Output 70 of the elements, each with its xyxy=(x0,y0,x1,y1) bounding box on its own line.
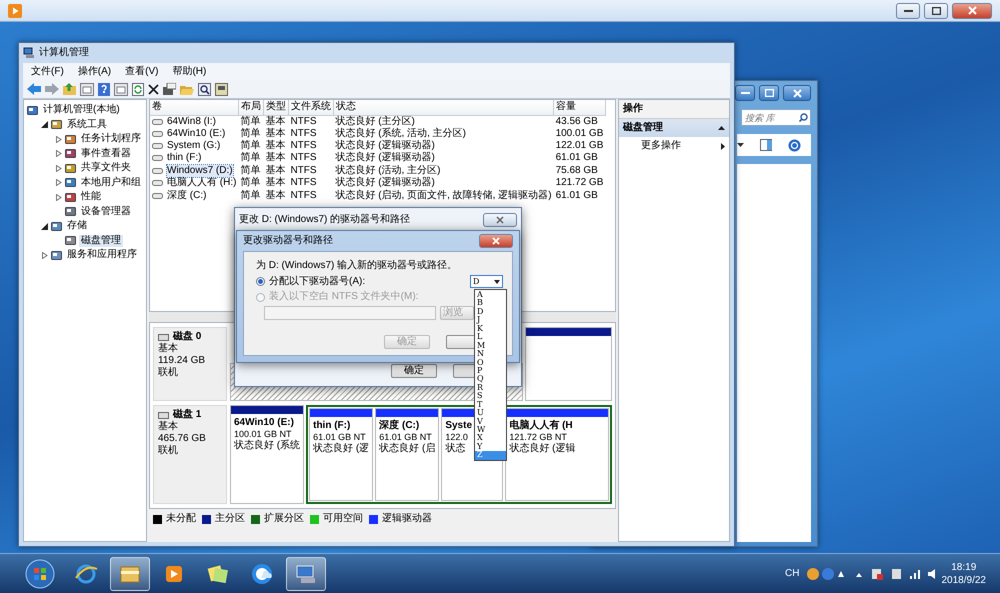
table-cell-text: 基本 xyxy=(264,128,286,140)
dialog-title: 更改 D: (Windows7) 的驱动器号和路径 xyxy=(239,214,410,226)
table-cell-text: 基本 xyxy=(264,164,286,176)
partition-size: 61.01 GB NT xyxy=(313,432,366,442)
table-cell-text: 状态良好 (活动, 主分区) xyxy=(334,164,442,176)
table-cell-text: NTFS xyxy=(289,164,318,178)
table-cell-text: 状态良好 (启动, 页面文件, 故障转储, 逻辑驱动器) xyxy=(334,189,553,202)
table-cell-text: 基本 xyxy=(264,177,286,190)
panel-header: 操作 xyxy=(619,100,729,119)
table-cell-text: 75.68 GB xyxy=(554,164,599,178)
legend-label: 扩展分区 xyxy=(264,513,304,525)
partition-size: 100.01 GB NT xyxy=(234,429,292,440)
table-cell-text: 61.01 GB xyxy=(554,189,599,202)
partition-status: 状态良好 (启 xyxy=(379,442,436,455)
partition-status: 状态良好 (系统 xyxy=(234,440,300,452)
table-cell-text: NTFS xyxy=(289,140,318,152)
table-cell-text: 基本 xyxy=(264,140,286,152)
legend-label: 主分区 xyxy=(215,513,245,525)
window-title: 计算机管理 xyxy=(39,47,89,59)
group-label: 磁盘管理 xyxy=(623,122,663,134)
legend-label: 逻辑驱动器 xyxy=(382,513,432,525)
partition-size: 121.72 GB NT xyxy=(509,432,567,442)
table-cell-text: 状态良好 (逻辑驱动器) xyxy=(334,152,436,164)
table-cell: 简单 xyxy=(238,115,264,128)
disk-name: 磁盘 1 xyxy=(173,409,202,420)
table-cell-text: 简单 xyxy=(239,140,262,152)
dialog-title: 更改驱动器号和路径 xyxy=(243,235,333,247)
table-cell-text: 61.01 GB xyxy=(554,152,599,165)
table-cell-text: NTFS xyxy=(289,128,318,140)
table-cell: 状态良好 (逻辑驱动器) xyxy=(333,177,554,190)
table-cell: 基本 xyxy=(263,115,288,128)
disk-type: 基本 xyxy=(158,343,179,355)
table-cell-text: 状态良好 (逻辑驱动器) xyxy=(334,140,436,152)
table-cell-text: 简单 xyxy=(239,152,262,164)
partition-name: Syste xyxy=(445,420,472,432)
disk-name: 磁盘 0 xyxy=(173,331,202,342)
partition-name: 深度 (C:) xyxy=(379,420,420,432)
table-cell-text: 基本 xyxy=(264,189,286,202)
partition-name: thin (F:) xyxy=(313,420,350,432)
table-cell-text: NTFS xyxy=(289,152,318,165)
option-label: 装入以下空白 NTFS 文件夹中(M): xyxy=(269,291,418,303)
prompt-text: 为 D: (Windows7) 输入新的驱动器号或路径。 xyxy=(256,260,458,272)
table-cell: 状态良好 (主分区) xyxy=(333,115,554,128)
table-cell-text: 100.01 GB xyxy=(554,128,604,140)
legend-label: 未分配 xyxy=(166,513,196,525)
table-cell-text: 状态良好 (系统, 活动, 主分区) xyxy=(334,128,468,140)
disk-status: 联机 xyxy=(158,445,179,458)
partition-size: 122.0 xyxy=(445,432,468,442)
disk-size: 119.24 GB xyxy=(158,355,206,366)
disk-size: 465.76 GB xyxy=(158,433,207,444)
partition-status: 状态 xyxy=(445,442,466,455)
disk-status: 联机 xyxy=(158,367,179,379)
partition-size: 61.01 GB NT xyxy=(379,432,432,442)
table-cell: 43.56 GB xyxy=(554,115,606,128)
table-cell-text: 122.01 GB xyxy=(554,140,604,152)
partition-status: 状态良好 (逻辑 xyxy=(509,442,576,455)
disk-type: 基本 xyxy=(158,421,179,434)
table-cell-text: 121.72 GB xyxy=(554,177,604,190)
table-cell-text: 简单 xyxy=(239,128,262,140)
legend-label: 可用空间 xyxy=(323,513,363,525)
table-cell-text: NTFS xyxy=(289,177,318,190)
table-cell-text: 简单 xyxy=(239,189,262,202)
table-cell-text: 基本 xyxy=(264,152,286,164)
table-cell-text: NTFS xyxy=(289,189,318,202)
partition-name: 64Win10 (E:) xyxy=(234,417,294,430)
table-cell-text: 简单 xyxy=(239,164,262,176)
table-cell: NTFS xyxy=(288,115,334,128)
table-cell-text: 简单 xyxy=(239,177,262,190)
partition-status: 状态良好 (逻 xyxy=(313,442,370,455)
partition-name: 电脑人人有 (H xyxy=(509,420,573,432)
